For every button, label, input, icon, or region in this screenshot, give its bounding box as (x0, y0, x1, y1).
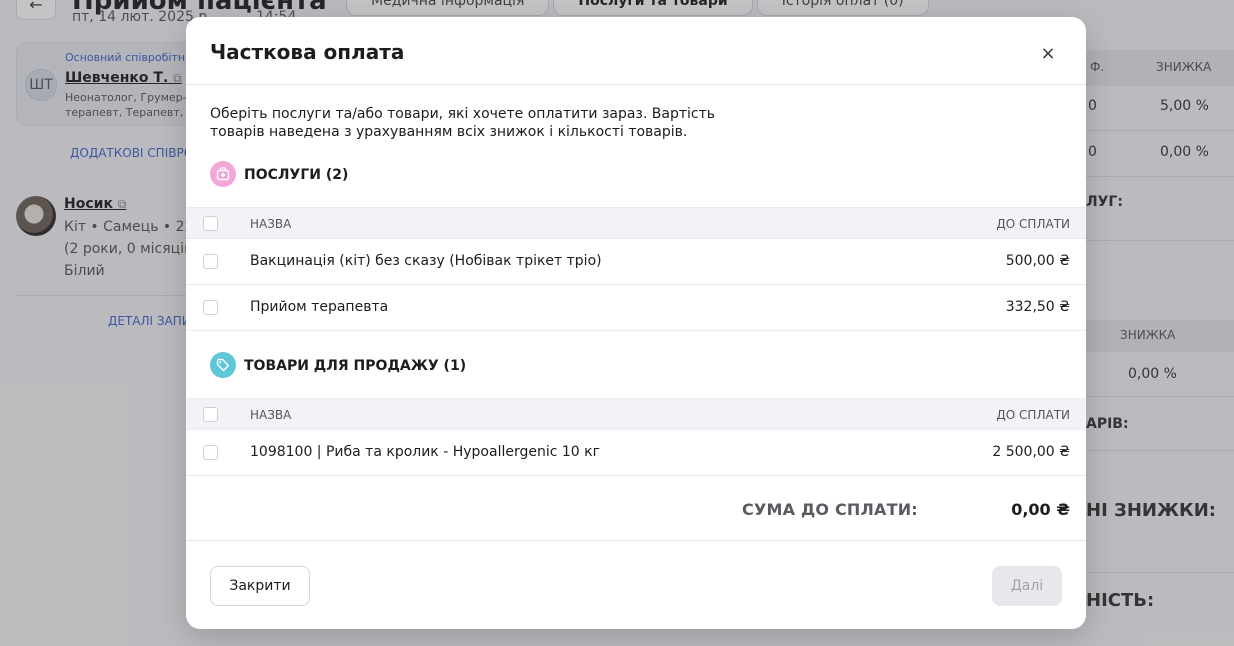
close-button[interactable]: Закрити (210, 566, 310, 606)
select-all-goods-checkbox[interactable] (203, 407, 218, 422)
price-tag-icon (210, 352, 236, 378)
column-header-due: ДО СПЛАТИ (996, 217, 1070, 231)
partial-payment-dialog: Часткова оплата × Оберіть послуги та/або… (186, 17, 1086, 629)
service-due: 500,00 ₴ (1005, 253, 1070, 269)
column-header-name: НАЗВА (250, 408, 292, 422)
column-header-due: ДО СПЛАТИ (996, 408, 1070, 422)
select-all-services-checkbox[interactable] (203, 216, 218, 231)
services-table-header: НАЗВА ДО СПЛАТИ (186, 207, 1086, 239)
next-button[interactable]: Далі (992, 566, 1062, 606)
total-due-label: СУМА ДО СПЛАТИ: (742, 500, 918, 519)
dialog-title: Часткова оплата (210, 40, 405, 64)
column-header-name: НАЗВА (250, 217, 292, 231)
row-checkbox[interactable] (203, 300, 218, 315)
medical-kit-icon (210, 161, 236, 187)
service-name: Вакцинація (кіт) без сказу (Нобівак трік… (250, 253, 602, 269)
total-due-value: 0,00 ₴ (1011, 500, 1070, 519)
table-row: Вакцинація (кіт) без сказу (Нобівак трік… (186, 239, 1086, 285)
table-row: Прийом терапевта 332,50 ₴ (186, 285, 1086, 331)
service-name: Прийом терапевта (250, 299, 389, 315)
dialog-header: Часткова оплата × (186, 17, 1086, 85)
table-row: 1098100 | Риба та кролик - Hypoallergeni… (186, 430, 1086, 476)
divider (186, 540, 1086, 541)
row-checkbox[interactable] (203, 254, 218, 269)
goods-section-title: ТОВАРИ ДЛЯ ПРОДАЖУ (1) (244, 358, 467, 374)
dialog-description: Оберіть послуги та/або товари, які хочет… (210, 106, 715, 140)
close-icon[interactable]: × (1036, 41, 1060, 65)
service-due: 332,50 ₴ (1005, 299, 1070, 315)
row-checkbox[interactable] (203, 445, 218, 460)
goods-table-header: НАЗВА ДО СПЛАТИ (186, 398, 1086, 430)
services-section-title: ПОСЛУГИ (2) (244, 167, 349, 183)
product-due: 2 500,00 ₴ (992, 444, 1070, 460)
product-name: 1098100 | Риба та кролик - Hypoallergeni… (250, 444, 600, 460)
